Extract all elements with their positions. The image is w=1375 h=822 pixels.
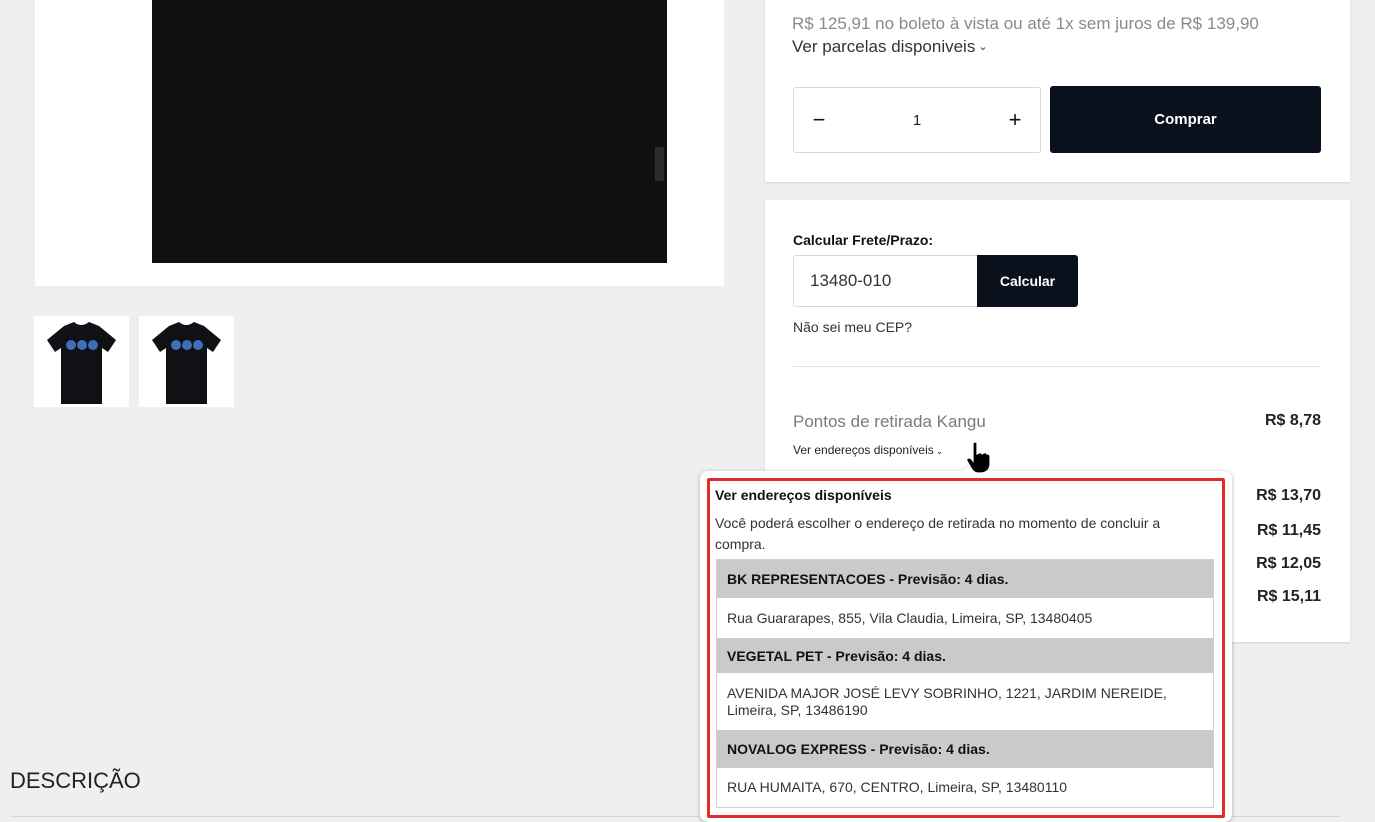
buy-panel: R$ 125,91 no boleto à vista ou até 1x se… [765, 0, 1350, 182]
installments-link[interactable]: Ver parcelas disponiveis ⌄ [792, 37, 988, 57]
quantity-input[interactable] [854, 88, 980, 152]
product-shirt [152, 0, 667, 263]
product-main-image [35, 0, 724, 286]
shipping-label: Calcular Frete/Prazo: [793, 232, 934, 248]
description-title: DESCRIÇÃO [10, 768, 141, 793]
pickup-point-address: RUA HUMAITA, 670, CENTRO, Limeira, SP, 1… [717, 768, 1213, 807]
chevron-down-icon: ⌄ [978, 41, 988, 53]
product-thumbnail-2[interactable] [139, 316, 234, 407]
pickup-point-name: BK REPRESENTACOES - Previsão: 4 dias. [717, 560, 1213, 598]
quantity-decrease-button[interactable]: − [794, 88, 844, 152]
pickup-option-name: Pontos de retirada Kangu [793, 412, 986, 431]
installments-label: Ver parcelas disponiveis [792, 37, 976, 56]
calculate-button[interactable]: Calcular [977, 255, 1078, 307]
pickup-point-name: VEGETAL PET - Previsão: 4 dias. [717, 638, 1213, 673]
cep-help-link[interactable]: Não sei meu CEP? [793, 319, 912, 335]
quantity-increase-button[interactable]: + [990, 88, 1040, 152]
cep-input[interactable] [793, 255, 978, 307]
pickup-point-address: Rua Guararapes, 855, Vila Claudia, Limei… [717, 598, 1213, 638]
buy-button[interactable]: Comprar [1050, 86, 1321, 153]
price-line: R$ 125,91 no boleto à vista ou até 1x se… [792, 14, 1259, 33]
pickup-point-address: AVENIDA MAJOR JOSÉ LEVY SOBRINHO, 1221, … [717, 673, 1213, 730]
pickup-address-list: BK REPRESENTACOES - Previsão: 4 dias. Ru… [716, 559, 1214, 808]
shipping-option-price: R$ 15,11 [1256, 588, 1321, 605]
pickup-point-name: NOVALOG EXPRESS - Previsão: 4 dias. [717, 730, 1213, 768]
quantity-stepper: − + [793, 87, 1041, 153]
pickup-option-price: R$ 8,78 [1264, 412, 1321, 429]
shipping-option-price: R$ 13,70 [1256, 487, 1321, 504]
popover-title: Ver endereços disponíveis [715, 487, 892, 503]
chevron-down-icon: ⌄ [935, 446, 944, 456]
popover-text: Você poderá escolher o endereço de retir… [715, 515, 1161, 552]
addresses-link[interactable]: Ver endereços disponíveis ⌄ [793, 443, 943, 457]
product-thumbnail-1[interactable] [34, 316, 129, 407]
shipping-option-price: R$ 12,05 [1256, 555, 1321, 572]
hand-pointer-icon [966, 441, 991, 474]
shipping-option-price: R$ 11,45 [1256, 522, 1321, 539]
addresses-link-label: Ver endereços disponíveis [793, 443, 934, 457]
shipping-divider [793, 366, 1321, 367]
shirt-tag [655, 147, 664, 181]
